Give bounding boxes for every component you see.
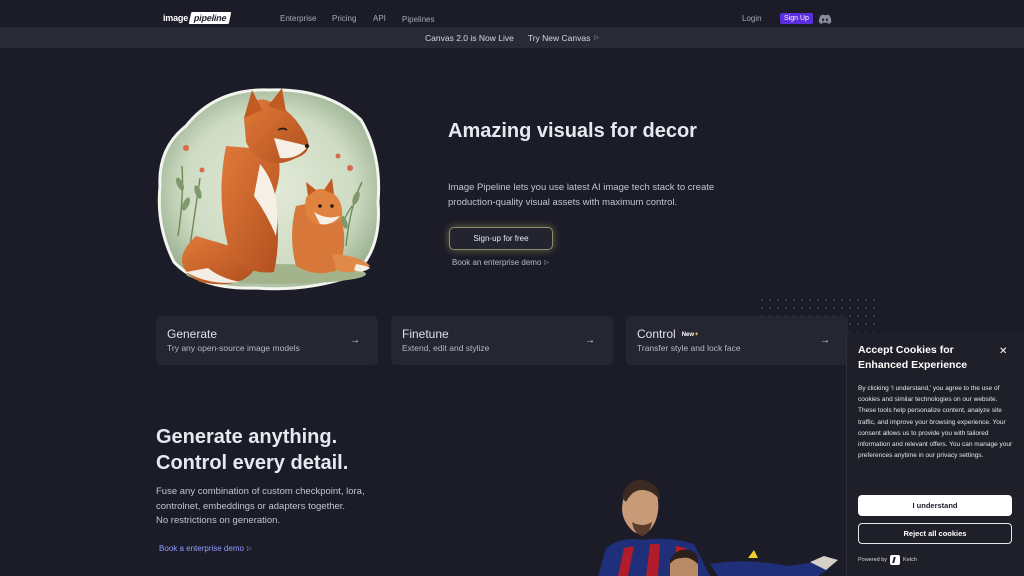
login-link[interactable]: Login <box>742 14 762 23</box>
feature-card-generate[interactable]: Generate Try any open-source image model… <box>156 316 378 365</box>
section-title-line-2: Control every detail. <box>156 452 349 474</box>
book-enterprise-demo-link[interactable]: Book an enterprise demo ▷ <box>452 258 549 267</box>
nav-link-enterprise[interactable]: Enterprise <box>280 14 316 23</box>
reject-cookies-button[interactable]: Reject all cookies <box>858 523 1012 544</box>
fox-illustration <box>157 88 381 291</box>
section-title-line-1: Generate anything. <box>156 426 338 448</box>
announcement-banner: Canvas 2.0 is Now Live Try New Canvas ▷ <box>0 27 1024 48</box>
arrow-right-icon: → <box>585 335 595 346</box>
play-triangle-icon: ▷ <box>544 260 550 266</box>
logo-word-image: image <box>163 13 189 23</box>
logo[interactable]: image pipeline <box>163 12 232 24</box>
section-description-line-2: controlnet, embeddings or adapters toget… <box>156 500 346 512</box>
section-description: Fuse any combination of custom checkpoin… <box>156 485 416 529</box>
banner-title: Canvas 2.0 is Now Live <box>425 32 514 43</box>
arrow-right-icon: → <box>820 335 830 346</box>
card-title: Finetune <box>402 327 449 341</box>
ketch-brand: Ketch <box>903 557 918 563</box>
new-badge-label: New <box>681 331 695 338</box>
accept-cookies-button[interactable]: I understand <box>858 495 1012 516</box>
section-description-line-3: No restrictions on generation. <box>156 515 281 526</box>
logo-word-pipeline: pipeline <box>188 12 232 24</box>
banner-cta-label: Try New Canvas <box>527 32 591 43</box>
football-player-image <box>598 479 838 576</box>
signup-free-button[interactable]: Sign-up for free <box>449 227 553 250</box>
powered-by-label: Powered by <box>858 557 888 563</box>
card-subtitle: Try any open-source image models <box>167 343 300 353</box>
card-title: Control <box>637 327 676 341</box>
feature-card-control[interactable]: Control New✦ Transfer style and lock fac… <box>626 316 848 365</box>
discord-icon[interactable] <box>818 14 832 24</box>
play-triangle-icon: ▷ <box>246 546 252 552</box>
new-badge: New✦ <box>682 331 699 338</box>
top-nav: image pipeline Enterprise Pricing API Pi… <box>0 0 1024 28</box>
nav-link-pipelines[interactable]: Pipelines <box>402 15 434 24</box>
play-triangle-icon: ▷ <box>594 35 599 41</box>
section-title: Generate anything. Control every detail. <box>156 424 456 476</box>
nav-link-api[interactable]: API <box>373 14 386 23</box>
close-icon[interactable]: ✕ <box>999 346 1007 357</box>
cookie-title: Accept Cookies for Enhanced Experience <box>858 344 968 371</box>
card-subtitle: Extend, edit and stylize <box>402 343 490 353</box>
ketch-logo-icon <box>890 555 901 565</box>
card-subtitle: Transfer style and lock face <box>637 343 741 353</box>
cookie-body: By clicking ‘I understand,’ you agree to… <box>858 385 1013 460</box>
cookie-consent-panel: Accept Cookies for Enhanced Experience ✕… <box>846 333 1024 576</box>
signup-button[interactable]: Sign Up <box>780 13 813 24</box>
section-link-label: Book a enterprise demo <box>159 544 244 553</box>
try-new-canvas-link[interactable]: Try New Canvas ▷ <box>528 33 599 43</box>
hero-title: Amazing visuals for decor <box>448 120 697 142</box>
nav-link-pricing[interactable]: Pricing <box>332 14 356 23</box>
section-description-line-1: Fuse any combination of custom checkpoin… <box>156 486 365 497</box>
feature-card-finetune[interactable]: Finetune Extend, edit and stylize → <box>391 316 613 365</box>
powered-by-ketch[interactable]: Powered by Ketch <box>858 555 917 565</box>
sparkle-icon: ✦ <box>694 331 700 338</box>
hero-link-label: Book an enterprise demo <box>452 258 542 267</box>
arrow-right-icon: → <box>350 335 360 346</box>
hero-description: Image Pipeline lets you use latest AI im… <box>448 182 715 208</box>
book-enterprise-demo-link-2[interactable]: Book a enterprise demo ▷ <box>159 544 252 553</box>
card-title: Generate <box>167 327 218 341</box>
